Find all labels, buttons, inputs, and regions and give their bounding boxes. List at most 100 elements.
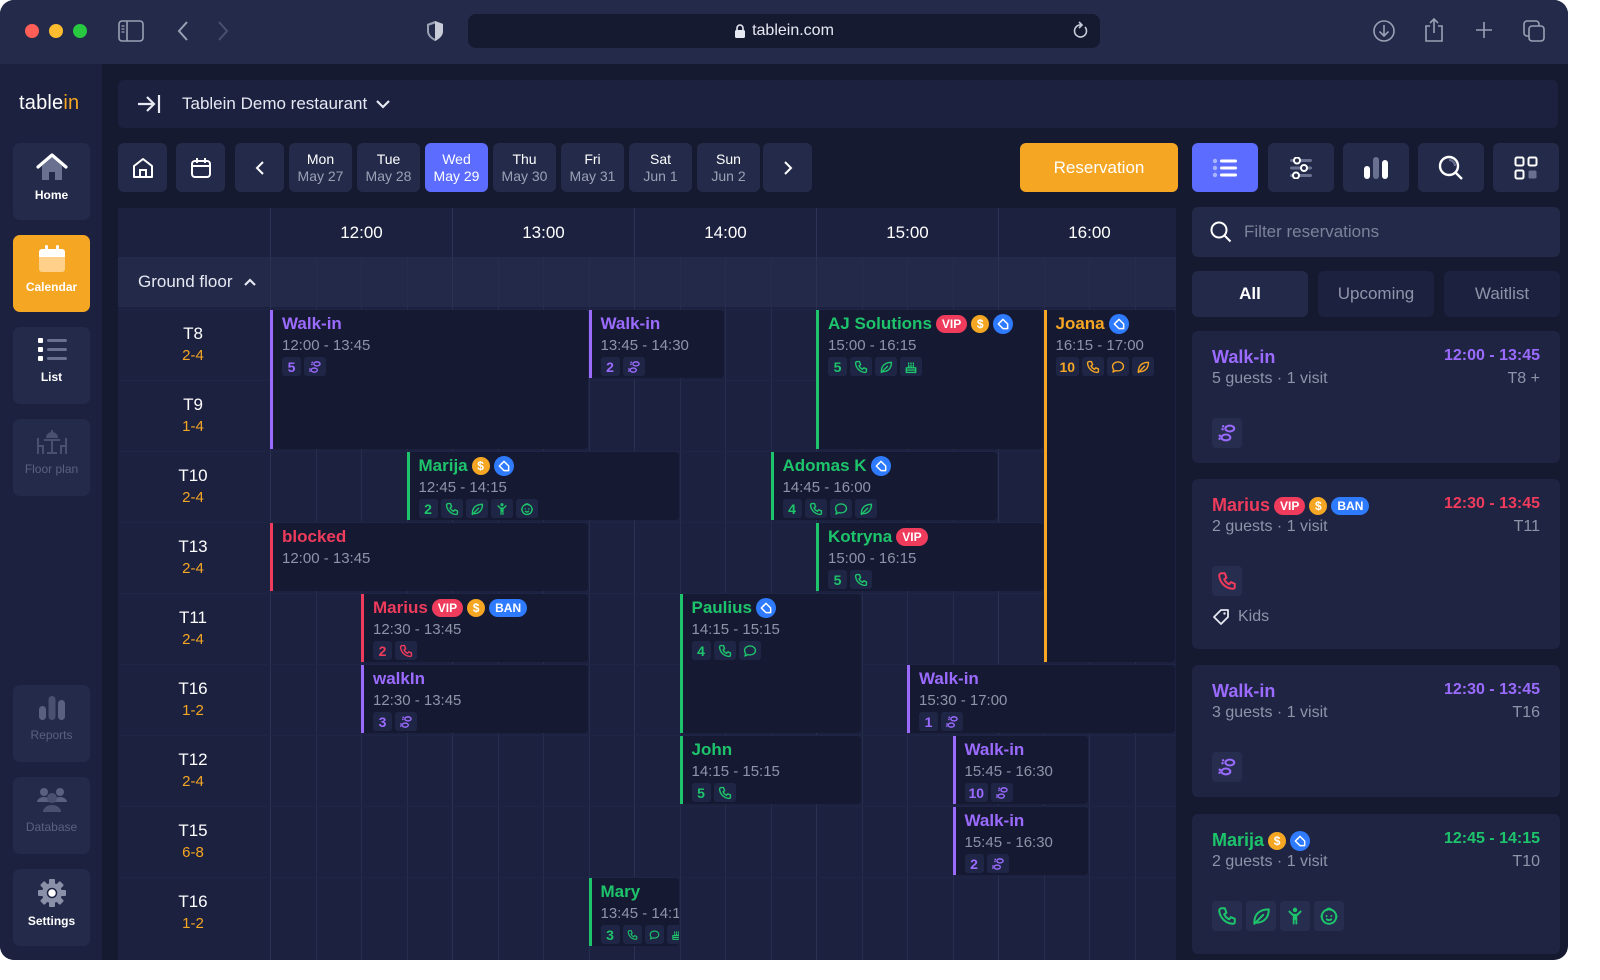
table-row-label[interactable]: T16 1-2 (118, 877, 268, 948)
close-window-button[interactable] (25, 24, 39, 38)
reservation-block[interactable]: Marija $12:45 - 14:15 2 (406, 452, 679, 520)
download-icon[interactable] (1372, 19, 1396, 43)
guest-count: 10 (964, 783, 989, 802)
new-reservation-button[interactable]: Reservation (1020, 143, 1178, 192)
table-row-label[interactable]: T10 2-4 (118, 451, 268, 522)
maximize-window-button[interactable] (73, 24, 87, 38)
sidebar-toggle-icon[interactable] (118, 20, 144, 42)
date-sat[interactable]: Sat Jun 1 (629, 143, 692, 192)
date-wed[interactable]: Wed May 29 (425, 143, 488, 192)
sidebar-item-label: Reports (30, 728, 73, 742)
sidebar-item-database[interactable]: Database (13, 777, 90, 854)
address-bar[interactable]: tablein.com (468, 14, 1100, 48)
today-home-button[interactable] (118, 143, 167, 192)
grid-view-icon (1514, 156, 1538, 180)
share-icon[interactable] (1423, 17, 1445, 43)
reservation-block[interactable]: Walk-in 12:00 - 13:45 5 (270, 310, 588, 449)
reservation-block[interactable]: Walk-in 15:30 - 17:00 1 (907, 665, 1175, 733)
reservation-block[interactable]: John 14:15 - 15:15 5 (679, 736, 861, 804)
table-row-label[interactable]: T9 1-4 (118, 380, 268, 451)
day-name: Tue (376, 151, 401, 168)
restaurant-selector[interactable]: Tablein Demo restaurant (182, 94, 391, 114)
tablein-logo[interactable]: tablein (19, 92, 79, 115)
reservation-card[interactable]: Walk-in 12:30 - 13:45 3 guests · 1 visit T1… (1192, 665, 1560, 797)
reservation-chips: 10 (1055, 357, 1176, 376)
tag-icon (755, 598, 776, 618)
table-row-label[interactable]: T16 1-2 (118, 664, 268, 735)
reservation-time: 13:45 - 14:30 (600, 337, 689, 354)
filter-reservations-input[interactable] (1244, 222, 1544, 242)
list-view-icon (1212, 158, 1238, 178)
tabs-overview-icon[interactable] (1522, 19, 1546, 43)
sidebar-item-label: List (40, 370, 63, 384)
date-fri[interactable]: Fri May 31 (561, 143, 624, 192)
reservation-card[interactable]: Marius VIP $ BAN 12:30 - 13:45 2 guests · 1 v… (1192, 479, 1560, 649)
reservation-block[interactable]: Paulius 14:15 - 15:15 4 (679, 594, 861, 733)
reservation-block[interactable]: Mary 13:45 - 14:15 3 (588, 878, 679, 946)
sidebar-item-reports[interactable]: Reports (13, 685, 90, 762)
sidebar-item-settings[interactable]: Settings (13, 869, 90, 946)
chat-icon (1107, 357, 1130, 376)
table-row-label[interactable]: T8 2-4 (118, 309, 268, 380)
vip-badge: VIP (1274, 496, 1306, 515)
leaf-icon (875, 357, 897, 376)
date-thu[interactable]: Thu May 30 (493, 143, 556, 192)
filter-search-box[interactable] (1192, 207, 1560, 257)
reservation-block[interactable]: Walk-in 15:45 - 16:30 10 (952, 736, 1088, 804)
date-sun[interactable]: Sun Jun 2 (697, 143, 760, 192)
sidebar-item-home[interactable]: Home (13, 143, 90, 220)
reservation-block[interactable]: Walk-in 15:45 - 16:30 2 (952, 807, 1088, 875)
reservation-card[interactable]: Marija $12:45 - 14:15 2 guests · 1 visit T1… (1192, 814, 1560, 954)
cake-icon (900, 357, 922, 376)
tag-icon (1290, 830, 1311, 851)
reload-icon[interactable] (1072, 21, 1090, 41)
reservation-block[interactable]: blocked 12:00 - 13:45 (270, 523, 588, 591)
reservation-block[interactable]: Adomas K 14:45 - 16:00 4 (770, 452, 997, 520)
tab-all[interactable]: All (1192, 271, 1308, 317)
floor-section-header[interactable]: Ground floor (118, 258, 1176, 307)
phone-icon (713, 783, 736, 802)
guest-name: walkIn (373, 669, 425, 688)
grid-view-button[interactable] (1493, 143, 1559, 192)
new-tab-icon[interactable] (1474, 20, 1494, 40)
tab-upcoming[interactable]: Upcoming (1318, 271, 1434, 317)
logo-suffix: in (63, 92, 80, 114)
sidebar-item-calendar[interactable]: Calendar (13, 235, 90, 312)
expand-sidebar-icon[interactable] (136, 93, 164, 115)
sidebar-item-list[interactable]: List (13, 327, 90, 404)
date-mon[interactable]: Mon May 27 (289, 143, 352, 192)
guest-count: 5 (282, 357, 301, 376)
reservation-block[interactable]: Marius VIP $ BAN 12:30 - 13:45 2 (361, 594, 588, 662)
tab-waitlist[interactable]: Waitlist (1444, 271, 1560, 317)
privacy-shield-icon[interactable] (426, 20, 444, 42)
reservation-block[interactable]: Walk-in 13:45 - 14:30 2 (588, 310, 724, 378)
table-row-label[interactable]: T15 6-8 (118, 806, 268, 877)
reservation-block[interactable]: Kotryna VIP 15:00 - 16:15 5 (816, 523, 1043, 591)
statistics-button[interactable] (1343, 143, 1409, 192)
minimize-window-button[interactable] (49, 24, 63, 38)
browser-window: tablein.com tablein Home Calendar List F… (0, 0, 1568, 960)
table-row-label[interactable]: T12 2-4 (118, 735, 268, 806)
search-button[interactable] (1418, 143, 1484, 192)
table-row-label[interactable]: T11 2-4 (118, 593, 268, 664)
list-view-button[interactable] (1192, 143, 1258, 192)
previous-week-button[interactable] (235, 143, 284, 192)
table-capacity: 1-2 (182, 914, 204, 932)
filter-settings-button[interactable] (1268, 143, 1334, 192)
sidebar-item-floor-plan[interactable]: Floor plan (13, 419, 90, 496)
back-icon[interactable] (176, 20, 190, 42)
reservation-block[interactable]: Joana 16:15 - 17:00 10 (1043, 310, 1176, 662)
date-tue[interactable]: Tue May 28 (357, 143, 420, 192)
table-row-label[interactable]: T13 2-4 (118, 522, 268, 593)
reservation-block[interactable]: AJ Solutions VIP $15:00 - 16:15 5 (816, 310, 1043, 449)
main-content: Tablein Demo restaurant Mon May 27 Tue May … (102, 64, 1568, 960)
date-picker-button[interactable] (176, 143, 225, 192)
reservation-block[interactable]: walkIn 12:30 - 13:45 3 (361, 665, 588, 733)
row-divider (118, 593, 1176, 594)
reservation-card[interactable]: Walk-in 12:00 - 13:45 5 guests · 1 visit T8… (1192, 331, 1560, 463)
forward-icon[interactable] (216, 20, 230, 42)
reservation-name: Marija $ (419, 455, 679, 477)
reservation-name: Kotryna VIP (828, 526, 1043, 548)
deposit-dollar-icon: $ (971, 315, 990, 333)
next-week-button[interactable] (763, 143, 812, 192)
